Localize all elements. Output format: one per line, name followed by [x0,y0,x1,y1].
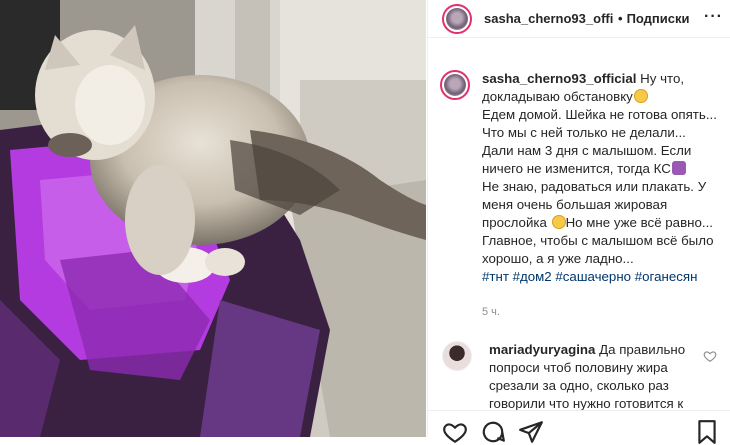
profile-avatar[interactable] [442,3,472,34]
bookmark-icon[interactable] [694,419,720,445]
comment-username[interactable]: mariadyuryagina [489,342,595,357]
caption-avatar[interactable] [440,70,470,100]
flushed-emoji-icon [633,89,648,103]
relieved-emoji-icon [551,215,566,229]
header-username[interactable]: sasha_cherno93_offici [484,11,614,26]
post-panel: sasha_cherno93_offici • Подписки ··· sas… [427,0,730,444]
action-bar [428,410,730,444]
post-image[interactable] [0,0,426,437]
share-icon[interactable] [518,419,544,445]
caption-line-3: Что мы с ней только не делали... Дали на… [482,125,692,176]
comment-like-heart-icon[interactable] [703,349,717,363]
more-options-icon[interactable]: ··· [704,8,723,26]
caption-line-2: Едем домой. Шейка не готова опять... [482,107,717,122]
separator-dot: • [618,11,623,26]
following-button[interactable]: Подписки [627,11,690,26]
commenter-avatar[interactable] [442,341,472,371]
comment-icon[interactable] [480,419,506,445]
cat-photo [0,0,426,437]
caption-hashtags[interactable]: #тнт #дом2 #сашачерно #оганесян [482,269,697,284]
post-caption: sasha_cherno93_official Ну что, докладыв… [440,70,720,321]
caption-username[interactable]: sasha_cherno93_official [482,71,636,86]
woman-gesturing-no-emoji-icon [671,161,686,175]
post-timestamp[interactable]: 5 ч. [482,303,718,321]
post-header: sasha_cherno93_offici • Подписки ··· [428,0,730,38]
comment-item: mariadyuryagina Да правильно попроси что… [442,341,722,413]
heart-icon[interactable] [442,419,468,445]
